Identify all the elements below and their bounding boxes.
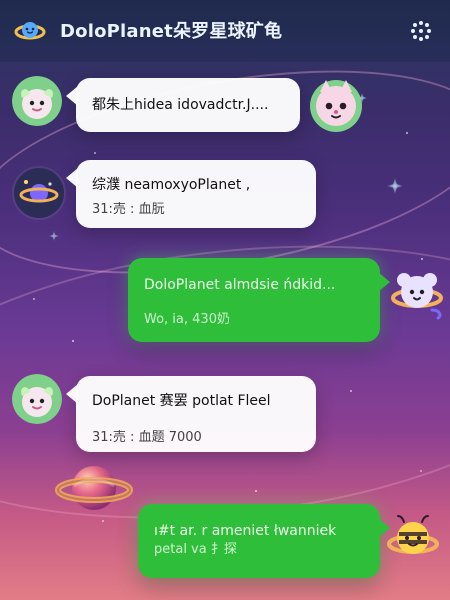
- chat-screen: DoloPlanet朵罗星球矿龟 都朱上hidea idovadctr.J...…: [0, 0, 450, 600]
- bubble-tail: [66, 86, 78, 106]
- message-text: ı#t ar. r ameniet łwanniek: [154, 523, 337, 539]
- star: [420, 470, 422, 472]
- message-bubble-incoming[interactable]: 综濮 neamoxyoPlanet , 31:売 : 血朊: [66, 160, 316, 228]
- bubble-tail: [66, 384, 78, 404]
- avatar: [12, 374, 62, 424]
- star: [350, 390, 352, 392]
- star: [33, 298, 35, 300]
- star: [406, 132, 408, 134]
- sticker: [388, 266, 446, 324]
- sticker: [384, 510, 442, 568]
- message-bubble-outgoing[interactable]: DoloPlanet almdsie ńdkid... Wo, ia, 430奶: [128, 258, 390, 342]
- star: [72, 340, 74, 342]
- lamb-avatar-icon: [12, 76, 62, 126]
- planet-avatar-icon: [14, 168, 64, 218]
- message-text: DoPlanet 赛罢 potlat Fleel: [92, 393, 271, 409]
- grid-menu-icon: [411, 21, 431, 41]
- bubble-tail: [66, 168, 78, 188]
- page-title: DoloPlanet朵罗星球矿龟: [60, 21, 283, 42]
- bee-planet-sticker-icon: [387, 515, 439, 554]
- top-bar: DoloPlanet朵罗星球矿龟: [0, 0, 450, 62]
- planet-logo-icon: [14, 18, 46, 44]
- message-text: 都朱上hidea idovadctr.J....: [92, 97, 269, 113]
- sparkle-icon: [386, 177, 404, 195]
- sparkle-icon: [48, 230, 60, 242]
- message-text: DoloPlanet almdsie ńdkid...: [144, 277, 336, 293]
- message-meta: 31:売 : 血朊: [92, 202, 165, 217]
- grid-menu-button[interactable]: [406, 16, 436, 46]
- sticker: [304, 72, 368, 136]
- star: [421, 258, 423, 260]
- message-bubble-incoming[interactable]: 都朱上hidea idovadctr.J....: [66, 78, 300, 132]
- message-meta: Wo, ia, 430奶: [144, 312, 230, 327]
- message-text: 综濮 neamoxyoPlanet ,: [92, 177, 251, 193]
- message-bubble-outgoing[interactable]: ı#t ar. r ameniet łwanniek petal va 扌探: [138, 504, 390, 578]
- star: [102, 520, 104, 522]
- avatar: [12, 166, 66, 220]
- message-bubble-incoming[interactable]: DoPlanet 赛罢 potlat Fleel 31:売 : 血题 7000: [66, 376, 316, 452]
- saturn-decoration: [55, 466, 133, 510]
- cat-sticker-icon: [310, 80, 362, 132]
- avatar: [12, 76, 62, 126]
- star: [255, 490, 257, 492]
- mouse-planet-sticker-icon: [391, 273, 443, 320]
- message-meta: 31:売 : 血题 7000: [92, 430, 202, 445]
- lamb-avatar-icon: [12, 374, 62, 424]
- star: [94, 152, 96, 154]
- message-meta: petal va 扌探: [154, 542, 237, 557]
